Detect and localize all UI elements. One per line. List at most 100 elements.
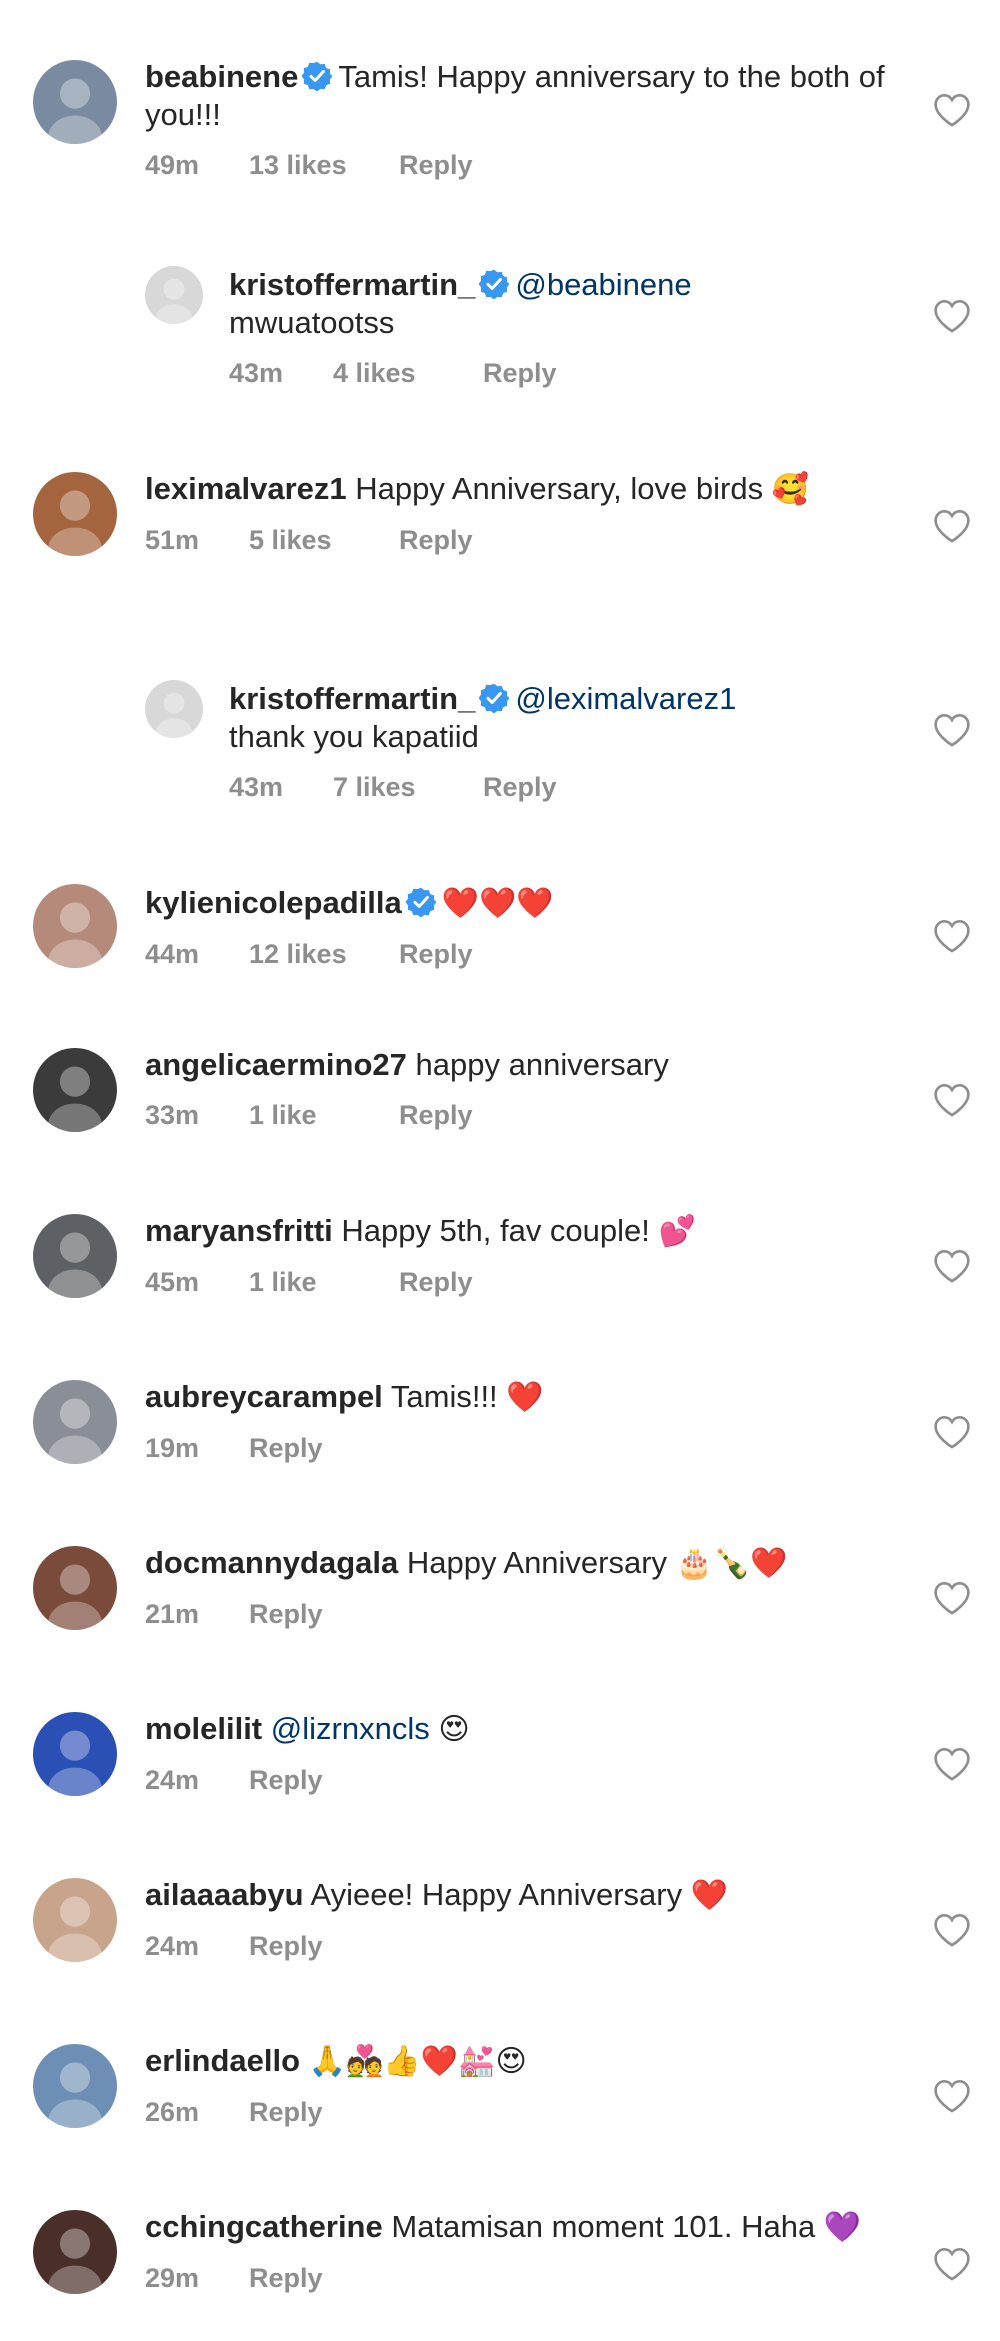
reply-button[interactable]: Reply [249, 1599, 323, 1630]
avatar[interactable] [33, 60, 117, 144]
reply-button[interactable]: Reply [483, 772, 557, 803]
emoji-text: 💜 [823, 2210, 862, 2245]
comment-message: Tamis!!! [390, 1379, 498, 1414]
likes-count[interactable]: 13 likes [249, 150, 399, 181]
timestamp: 26m [145, 2097, 200, 2127]
comment-text: maryansfritti Happy 5th, fav couple! 💕 [145, 1212, 885, 1251]
emoji-text: 🥰 [771, 472, 810, 507]
username-link[interactable]: kristoffermartin_ [229, 681, 475, 716]
comment-body: leximalvarez1 Happy Anniversary, love bi… [145, 470, 885, 556]
heart-outline-icon[interactable] [932, 1414, 972, 1450]
avatar[interactable] [33, 2044, 117, 2128]
comment-message: Matamisan moment 101. Haha [391, 2209, 816, 2244]
avatar[interactable] [33, 884, 117, 968]
username-link[interactable]: kylienicolepadilla [145, 885, 402, 920]
username-link[interactable]: ailaaaabyu [145, 1877, 304, 1912]
avatar[interactable] [33, 1546, 117, 1630]
mention-link[interactable]: @lizrnxncls [271, 1711, 430, 1746]
username-link[interactable]: cchingcatherine [145, 2209, 383, 2244]
likes-count[interactable]: 4 likes [333, 358, 483, 389]
likes-count[interactable]: 7 likes [333, 772, 483, 803]
reply-button[interactable]: Reply [399, 1267, 473, 1298]
avatar[interactable] [145, 266, 203, 324]
heart-outline-icon[interactable] [932, 1580, 972, 1616]
comment-message: mwuatootss [229, 305, 395, 340]
avatar[interactable] [33, 1712, 117, 1796]
avatar[interactable] [33, 1380, 117, 1464]
comment-body: kylienicolepadilla ❤️❤️❤️ 44m 12 likes Reply [145, 884, 885, 970]
username-link[interactable]: docmannydagala [145, 1545, 398, 1580]
comment-body: kristoffermartin_ @leximalvarez1 thank you… [229, 680, 889, 803]
username-link[interactable]: angelicaermino27 [145, 1047, 407, 1082]
timestamp: 44m [145, 939, 200, 969]
reply-button[interactable]: Reply [483, 358, 557, 389]
heart-outline-icon[interactable] [932, 1746, 972, 1782]
likes-count[interactable]: 12 likes [249, 939, 399, 970]
avatar[interactable] [33, 1214, 117, 1298]
verified-badge-icon [405, 887, 436, 917]
heart-outline-icon[interactable] [932, 2246, 972, 2282]
avatar[interactable] [145, 680, 203, 738]
likes-count[interactable]: 1 like [249, 1100, 399, 1131]
reply-button[interactable]: Reply [249, 2263, 323, 2294]
comment-meta: 44m 12 likes Reply [145, 939, 885, 970]
heart-outline-icon[interactable] [932, 1248, 972, 1284]
verified-badge-icon [479, 269, 510, 299]
heart-outline-icon[interactable] [932, 1912, 972, 1948]
mention-link[interactable]: @beabinene [515, 267, 691, 302]
comment-meta: 21m Reply [145, 1599, 885, 1630]
emoji-text: ❤️ [690, 1878, 729, 1913]
reply-button[interactable]: Reply [399, 525, 473, 556]
likes-count[interactable]: 5 likes [249, 525, 399, 556]
timestamp: 24m [145, 1931, 200, 1961]
timestamp: 45m [145, 1267, 200, 1297]
comment-message: Happy Anniversary, love birds [355, 471, 764, 506]
username-link[interactable]: maryansfritti [145, 1213, 333, 1248]
reply-button[interactable]: Reply [249, 1433, 323, 1464]
username-link[interactable]: beabinene [145, 59, 298, 94]
username-link[interactable]: kristoffermartin_ [229, 267, 475, 302]
heart-outline-icon[interactable] [932, 2078, 972, 2114]
emoji-text: ❤️❤️❤️ [441, 886, 554, 921]
comment-text: kristoffermartin_ @leximalvarez1 thank you… [229, 680, 889, 756]
heart-outline-icon[interactable] [932, 298, 972, 334]
reply-button[interactable]: Reply [399, 939, 473, 970]
reply-button[interactable]: Reply [249, 1765, 323, 1796]
username-link[interactable]: erlindaello [145, 2043, 300, 2078]
comment-meta: 24m Reply [145, 1931, 885, 1962]
username-link[interactable]: aubreycarampel [145, 1379, 383, 1414]
heart-outline-icon[interactable] [932, 918, 972, 954]
reply-button[interactable]: Reply [249, 2097, 323, 2128]
heart-outline-icon[interactable] [932, 1082, 972, 1118]
reply-button[interactable]: Reply [249, 1931, 323, 1962]
likes-count[interactable]: 1 like [249, 1267, 399, 1298]
comment-meta: 26m Reply [145, 2097, 885, 2128]
comment-meta: 33m 1 like Reply [145, 1100, 885, 1131]
heart-outline-icon[interactable] [932, 508, 972, 544]
avatar[interactable] [33, 2210, 117, 2294]
avatar[interactable] [33, 1878, 117, 1962]
comment-message: thank you kapatiid [229, 719, 479, 754]
emoji-text: ❤️ [506, 1380, 544, 1415]
comment-meta: 24m Reply [145, 1765, 885, 1796]
comment-body: kristoffermartin_ @beabinene mwuatootss 43… [229, 266, 889, 389]
reply-button[interactable]: Reply [399, 1100, 473, 1131]
comment-text: kylienicolepadilla ❤️❤️❤️ [145, 884, 885, 923]
emoji-text: 🎂🍾❤️ [675, 1546, 788, 1581]
comment-meta: 19m Reply [145, 1433, 885, 1464]
username-link[interactable]: leximalvarez1 [145, 471, 347, 506]
username-link[interactable]: molelilit [145, 1711, 262, 1746]
verified-badge-icon [479, 683, 510, 713]
mention-link[interactable]: @leximalvarez1 [515, 681, 736, 716]
heart-outline-icon[interactable] [932, 712, 972, 748]
verified-badge-icon [302, 61, 333, 91]
reply-button[interactable]: Reply [399, 150, 473, 181]
comment-body: ailaaaabyu Ayieee! Happy Anniversary ❤️ 2… [145, 1876, 885, 1962]
heart-outline-icon[interactable] [932, 92, 972, 128]
avatar[interactable] [33, 472, 117, 556]
comment-body: aubreycarampel Tamis!!! ❤️ 19m Reply [145, 1378, 885, 1464]
timestamp: 43m [229, 772, 284, 802]
comment-meta: 43m 4 likes Reply [229, 358, 889, 389]
avatar[interactable] [33, 1048, 117, 1132]
comments-list: beabinene Tamis! Happy anniversary to the… [0, 0, 1000, 2341]
